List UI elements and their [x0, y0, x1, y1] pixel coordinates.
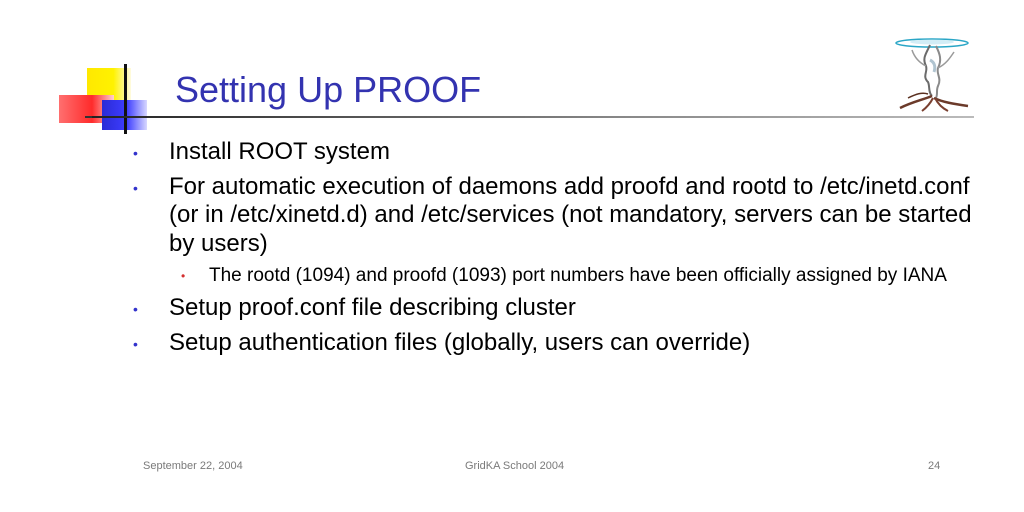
bullet-item: • For automatic execution of daemons add…: [130, 173, 990, 259]
bullet-icon: •: [133, 145, 138, 161]
bullet-text: Setup proof.conf file describing cluster: [169, 294, 576, 321]
bullet-icon: •: [133, 301, 138, 317]
bullet-text: Setup authentication files (globally, us…: [169, 328, 751, 356]
title-underline: [92, 116, 974, 118]
bullet-item: • Setup proof.conf file describing clust…: [130, 294, 990, 323]
bullet-icon: •: [133, 335, 138, 352]
tree-globe-logo-icon: [895, 38, 969, 112]
slide-content: • Install ROOT system • For automatic ex…: [130, 138, 990, 357]
bullet-text: Install ROOT system: [169, 138, 390, 165]
slide-title: Setting Up PROOF: [175, 69, 482, 110]
decorative-squares-icon: [55, 62, 180, 137]
bullet-item: • Install ROOT system: [130, 138, 990, 167]
deco-vertical-line: [124, 64, 127, 134]
sub-bullet-item: • The rootd (1094) and proofd (1093) por…: [169, 264, 990, 288]
sub-bullet-icon: •: [181, 269, 186, 283]
footer-event: GridKA School 2004: [465, 460, 565, 472]
bullet-text: For automatic execution of daemons add p…: [169, 172, 972, 257]
sub-bullet-text: The rootd (1094) and proofd (1093) port …: [209, 265, 947, 286]
footer-date: September 22, 2004: [143, 460, 243, 472]
footer-page-number: 24: [928, 460, 941, 472]
bullet-item: • Setup authentication files (globally, …: [130, 329, 990, 358]
bullet-icon: •: [133, 179, 138, 196]
